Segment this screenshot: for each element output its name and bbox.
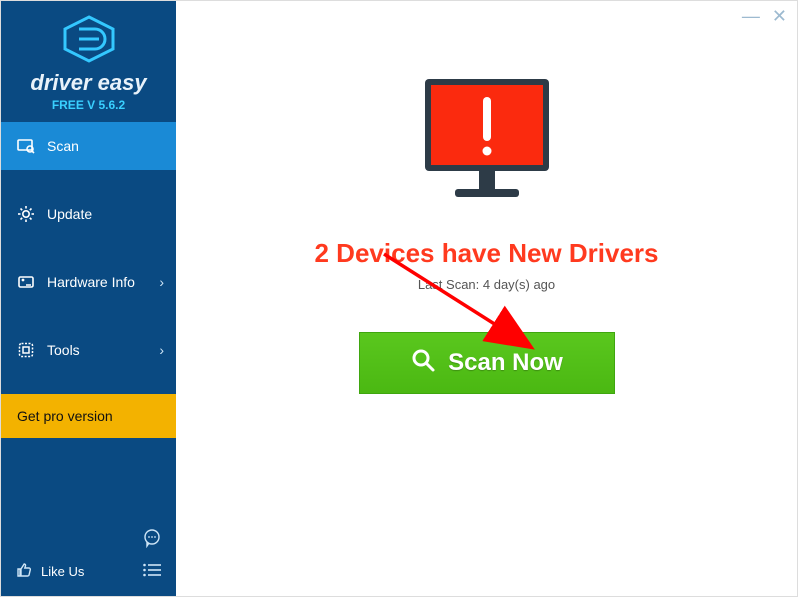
alert-monitor-icon xyxy=(176,71,797,216)
sidebar-item-label: Tools xyxy=(47,342,80,358)
status-headline: 2 Devices have New Drivers xyxy=(176,238,797,269)
brand-block: driver easy FREE V 5.6.2 xyxy=(1,1,176,122)
minimize-button[interactable]: — xyxy=(742,7,760,25)
sidebar-item-label: Scan xyxy=(47,138,79,154)
brand-version: FREE V 5.6.2 xyxy=(1,98,176,112)
last-scan-text: Last Scan: 4 day(s) ago xyxy=(176,277,797,292)
chevron-right-icon: › xyxy=(159,274,164,290)
sidebar-nav: Scan Update Hardware Info › Tools xyxy=(1,122,176,394)
sidebar-item-label: Update xyxy=(47,206,92,222)
menu-icon[interactable] xyxy=(142,563,162,582)
chevron-right-icon: › xyxy=(159,342,164,358)
feedback-icon[interactable] xyxy=(142,528,162,553)
scan-now-label: Scan Now xyxy=(448,349,563,377)
like-us-label: Like Us xyxy=(41,564,84,579)
tools-icon xyxy=(15,341,37,359)
like-us-button[interactable]: Like Us xyxy=(15,561,84,582)
sidebar-item-scan[interactable]: Scan xyxy=(1,122,176,170)
brand-name: driver easy xyxy=(1,70,176,96)
get-pro-button[interactable]: Get pro version xyxy=(1,394,176,438)
window-controls: — ✕ xyxy=(742,7,787,25)
sidebar-item-label: Hardware Info xyxy=(47,274,135,290)
sidebar-item-tools[interactable]: Tools › xyxy=(1,326,176,374)
main-content: 2 Devices have New Drivers Last Scan: 4 … xyxy=(176,1,797,596)
sidebar-item-hardware-info[interactable]: Hardware Info › xyxy=(1,258,176,306)
sidebar-extra-icons xyxy=(142,528,162,582)
app-window: — ✕ driver easy FREE V 5.6.2 Scan xyxy=(0,0,798,597)
sidebar-bottom: Like Us xyxy=(1,518,176,596)
sidebar: driver easy FREE V 5.6.2 Scan Update xyxy=(1,1,176,596)
scan-now-button[interactable]: Scan Now xyxy=(359,332,615,394)
search-icon xyxy=(410,347,436,380)
hardware-icon xyxy=(15,273,37,291)
scan-icon xyxy=(15,137,37,155)
thumbs-up-icon xyxy=(15,561,33,582)
gear-icon xyxy=(15,205,37,223)
app-logo-icon xyxy=(61,15,117,68)
close-button[interactable]: ✕ xyxy=(772,7,787,25)
sidebar-item-update[interactable]: Update xyxy=(1,190,176,238)
